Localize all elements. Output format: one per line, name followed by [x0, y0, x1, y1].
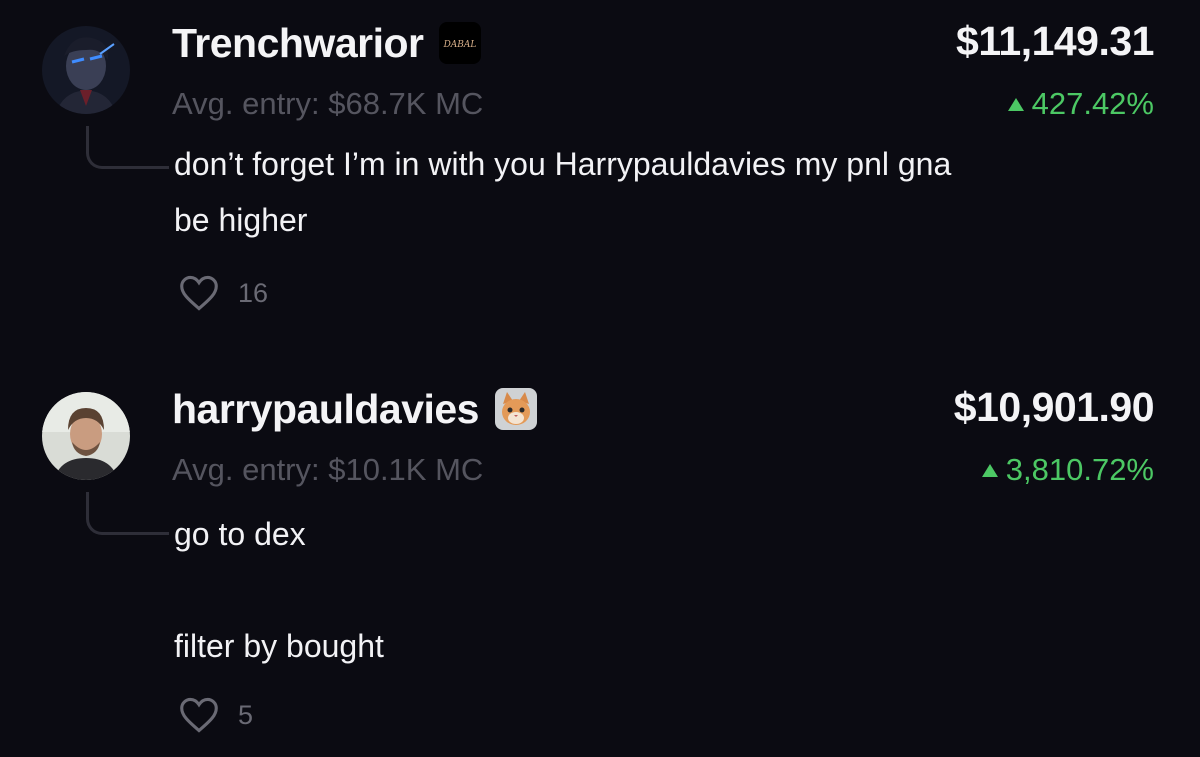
pnl-percentage: 3,810.72%: [981, 452, 1154, 488]
username-row: harrypauldavies: [172, 384, 537, 434]
like-button[interactable]: 5: [178, 696, 253, 734]
comment-text: go to dex filter by bought: [174, 516, 384, 664]
thread-connector-line: [86, 492, 169, 535]
comment-item: harrypauldavies $10,901.90 Avg. entry: $…: [0, 0, 1200, 757]
holding-amount: $10,901.90: [953, 384, 1155, 430]
avg-entry-text: Avg. entry: $10.1K MC: [172, 452, 484, 487]
pnl-value: 3,810.72%: [1005, 452, 1154, 487]
like-count: 5: [238, 699, 254, 730]
heart-icon: [180, 697, 218, 733]
username[interactable]: harrypauldavies: [172, 386, 480, 433]
kitten-token-logo-icon: [495, 388, 537, 430]
triangle-up-icon: [981, 463, 998, 477]
person-avatar-image: [42, 392, 130, 480]
user-avatar[interactable]: [42, 392, 130, 480]
